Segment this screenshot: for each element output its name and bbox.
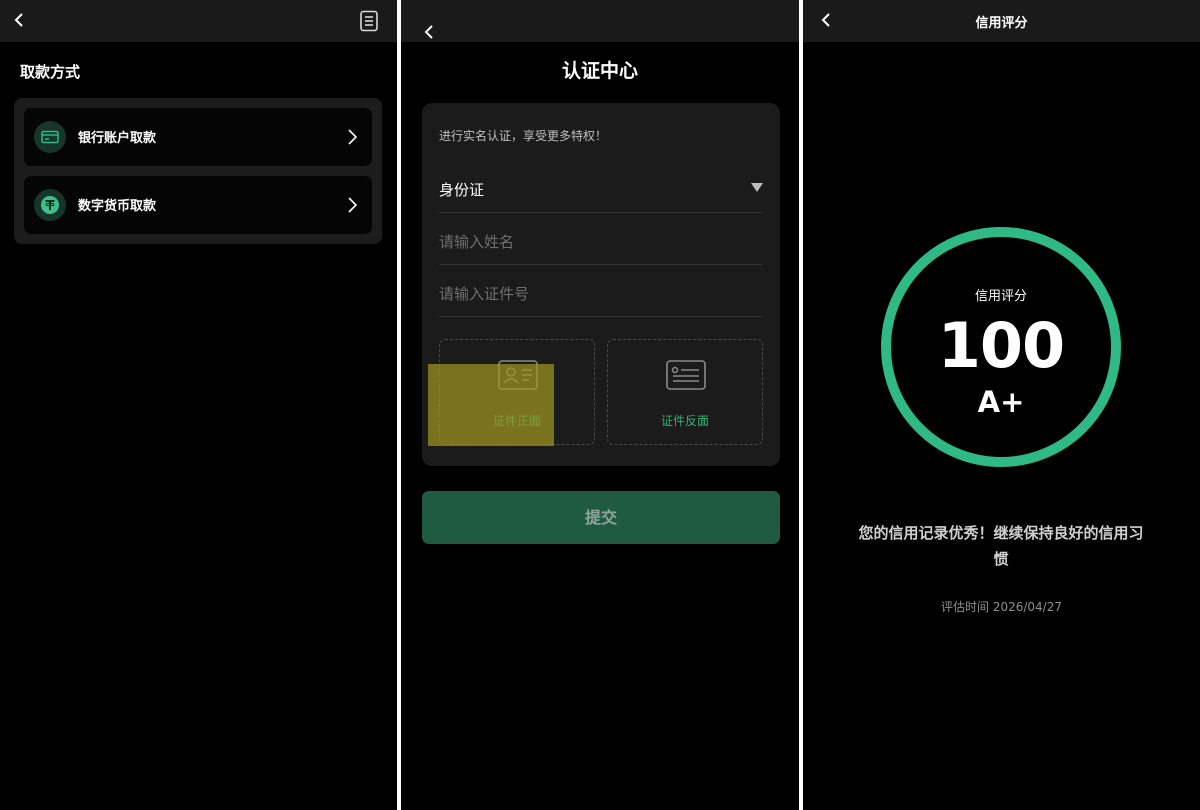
dropdown-arrow-icon [751, 183, 763, 192]
id-number-input[interactable]: 请输入证件号 [439, 265, 763, 317]
withdraw-screen: 取款方式 银行账户取款 数字货币取款 [0, 0, 397, 810]
id-card-back-icon [666, 360, 706, 390]
bank-card-icon [34, 121, 66, 153]
section-title: 取款方式 [20, 63, 81, 81]
upload-id-back[interactable]: 证件反面 [607, 339, 763, 445]
credit-score-ring: 信用评分 100 A+ [881, 227, 1121, 467]
withdraw-method-list: 银行账户取款 数字货币取款 [14, 98, 382, 244]
credit-grade: A+ [977, 385, 1025, 419]
page-title: 信用评分 [975, 16, 1028, 31]
method-label: 银行账户取款 [78, 131, 157, 146]
submit-button[interactable]: 提交 [422, 491, 780, 544]
crypto-withdraw-item[interactable]: 数字货币取款 [24, 176, 372, 234]
id-number-placeholder: 请输入证件号 [439, 285, 530, 303]
page-title: 认证中心 [561, 60, 638, 82]
upload-label: 证件反面 [660, 414, 709, 428]
credit-message: 您的信用记录优秀！继续保持良好的信用习惯 [858, 524, 1144, 568]
back-icon[interactable] [8, 8, 32, 32]
credit-score-value: 100 [937, 309, 1065, 382]
chevron-right-icon [346, 128, 358, 150]
evaluation-time: 评估时间 2026/04/27 [941, 600, 1062, 614]
id-type-select[interactable]: 身份证 [439, 161, 763, 213]
score-label: 信用评分 [974, 289, 1027, 304]
tether-coin-icon [34, 189, 66, 221]
top-bar [0, 0, 397, 42]
name-input[interactable]: 请输入姓名 [439, 213, 763, 265]
credit-score-screen: 信用评分 信用评分 100 A+ 您的信用记录优秀！继续保持良好的信用习惯 评估… [803, 0, 1200, 810]
method-label: 数字货币取款 [78, 199, 157, 214]
form-hint: 进行实名认证，享受更多特权！ [439, 129, 608, 143]
back-icon[interactable] [418, 20, 442, 44]
chevron-right-icon [346, 196, 358, 218]
top-bar: 信用评分 [803, 0, 1200, 42]
record-list-icon[interactable] [359, 10, 379, 32]
name-placeholder: 请输入姓名 [439, 233, 515, 251]
id-type-value: 身份证 [439, 181, 485, 199]
top-bar [401, 0, 799, 42]
watermark-logo [428, 364, 554, 446]
bank-withdraw-item[interactable]: 银行账户取款 [24, 108, 372, 166]
